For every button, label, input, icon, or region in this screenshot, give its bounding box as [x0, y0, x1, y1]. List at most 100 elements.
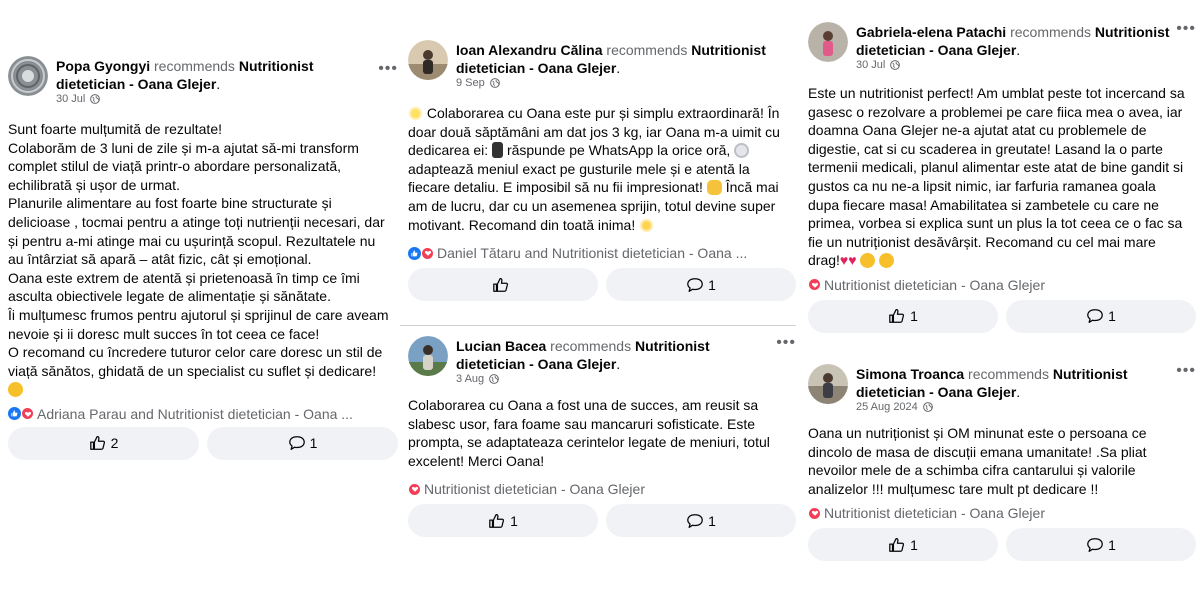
- divider: [400, 325, 796, 326]
- like-count: 1: [510, 512, 518, 529]
- like-count: 1: [910, 308, 918, 325]
- like-icon: [888, 307, 906, 325]
- review-header: Popa Gyongyi recommends Nutritionist die…: [8, 56, 398, 105]
- review-text: Colaborarea cu Oana a fost una de succes…: [408, 397, 770, 469]
- review-header: Ioan Alexandru Călina recommends Nutriti…: [408, 40, 796, 89]
- review-line: Sunt foarte mulțumită de rezultate!: [8, 121, 222, 137]
- comment-count: 1: [1108, 536, 1116, 553]
- review-header: Lucian Bacea recommends Nutritionist die…: [408, 335, 796, 385]
- reactions-summary[interactable]: Nutritionist dietetician - Oana Glejer: [808, 276, 1196, 294]
- reactions-summary[interactable]: Daniel Tătaru and Nutritionist dietetici…: [408, 244, 796, 262]
- author-name[interactable]: Ioan Alexandru Călina: [456, 42, 603, 58]
- love-reaction-icon: [408, 482, 421, 496]
- more-icon[interactable]: •••: [1176, 363, 1196, 379]
- like-button[interactable]: [408, 268, 598, 302]
- author-line: Popa Gyongyi recommends Nutritionist die…: [56, 58, 314, 92]
- smiling-face-emoji-icon: [860, 253, 876, 269]
- review-text: Colaborarea cu Oana este pur și simplu e…: [408, 104, 796, 234]
- review-card-gabriela-elena-patachi: Gabriela-elena Patachi recommends Nutrit…: [808, 21, 1196, 333]
- reactions-text: Nutritionist dietetician - Oana Glejer: [424, 481, 645, 498]
- comment-button[interactable]: 1: [207, 426, 398, 460]
- author-name[interactable]: Simona Troanca: [856, 366, 964, 382]
- review-header: Gabriela-elena Patachi recommends Nutrit…: [808, 21, 1196, 71]
- author-name[interactable]: Lucian Bacea: [456, 338, 546, 354]
- recommends-text: recommends: [606, 42, 688, 58]
- heart-emoji-icon: ♥: [848, 252, 857, 269]
- comment-button[interactable]: 1: [606, 504, 796, 538]
- review-line: Planurile alimentare au fost foarte bine…: [8, 195, 385, 268]
- reactions-summary[interactable]: Nutritionist dietetician - Oana Glejer: [408, 480, 796, 498]
- globe-icon: [90, 94, 100, 104]
- reactions-text: Daniel Tătaru and Nutritionist dietetici…: [437, 245, 748, 262]
- flexed-biceps-emoji-icon: [706, 180, 722, 196]
- action-buttons: 1 1: [808, 299, 1196, 333]
- like-count: 1: [910, 536, 918, 553]
- author-name[interactable]: Popa Gyongyi: [56, 58, 150, 74]
- comment-icon: [288, 434, 306, 452]
- post-date[interactable]: 3 Aug: [456, 373, 484, 385]
- comment-button[interactable]: 1: [1006, 299, 1196, 333]
- sparkle-star-emoji-icon: [408, 106, 423, 121]
- avatar[interactable]: [8, 56, 48, 96]
- like-reaction-icon: [408, 246, 421, 260]
- like-button[interactable]: 1: [808, 528, 998, 562]
- phone-emoji-icon: [492, 142, 504, 159]
- reactions-summary[interactable]: Nutritionist dietetician - Oana Glejer: [808, 504, 1196, 522]
- author-line: Simona Troanca recommends Nutritionist d…: [856, 366, 1128, 400]
- review-line: Oana este extrem de atentă și prietenoas…: [8, 269, 360, 305]
- comment-button[interactable]: 1: [606, 268, 796, 302]
- comment-icon: [686, 276, 704, 294]
- reactions-summary[interactable]: Adriana Parau and Nutritionist dietetici…: [8, 405, 398, 423]
- comment-count: 1: [708, 512, 716, 529]
- avatar[interactable]: [808, 364, 848, 404]
- post-date[interactable]: 30 Jul: [56, 93, 85, 105]
- avatar[interactable]: [408, 336, 448, 376]
- heart-emoji-icon: ♥: [839, 252, 849, 269]
- comment-button[interactable]: 1: [1006, 528, 1196, 562]
- action-buttons: 2 1: [8, 426, 398, 460]
- recommends-text: recommends: [154, 58, 235, 74]
- globe-icon: [923, 402, 933, 412]
- post-meta: 25 Aug 2024: [856, 401, 933, 413]
- comment-count: 1: [1108, 308, 1116, 325]
- reactions-text: Adriana Parau and Nutritionist dietetici…: [37, 405, 353, 422]
- love-reaction-icon: [21, 407, 34, 421]
- author-line: Ioan Alexandru Călina recommends Nutriti…: [456, 42, 766, 76]
- avatar[interactable]: [808, 22, 848, 62]
- like-button[interactable]: 2: [8, 426, 199, 460]
- review-line: Îi mulțumesc frumos pentru ajutorul și s…: [8, 306, 389, 342]
- like-icon: [888, 536, 906, 554]
- recommends-text: recommends: [1010, 24, 1091, 40]
- review-line-text: O recomand cu încredere tuturor celor ca…: [8, 344, 383, 379]
- post-meta: 30 Jul: [56, 93, 100, 105]
- like-icon: [488, 512, 506, 530]
- review-text: Este un nutritionist perfect! Am umblat …: [808, 84, 1196, 270]
- comment-count: 1: [708, 276, 716, 293]
- love-reaction-icon: [421, 246, 434, 260]
- more-icon[interactable]: •••: [1176, 21, 1196, 37]
- recommends-text: recommends: [550, 338, 632, 354]
- like-reaction-icon: [8, 407, 21, 421]
- author-line: Lucian Bacea recommends Nutritionist die…: [456, 338, 710, 372]
- more-icon[interactable]: •••: [378, 61, 398, 77]
- comment-count: 1: [309, 435, 318, 452]
- review-header: Simona Troanca recommends Nutritionist d…: [808, 363, 1196, 413]
- post-date[interactable]: 25 Aug 2024: [856, 401, 918, 413]
- post-date[interactable]: 9 Sep: [456, 77, 485, 89]
- post-date[interactable]: 30 Jul: [856, 59, 885, 71]
- review-text-part: răspunde pe WhatsApp la orice oră,: [503, 142, 735, 159]
- sparkles-emoji-icon: [639, 217, 655, 233]
- like-button[interactable]: 1: [808, 299, 998, 333]
- like-button[interactable]: 1: [408, 504, 598, 538]
- post-meta: 9 Sep: [456, 77, 500, 89]
- recommends-text: recommends: [968, 366, 1049, 382]
- review-text-body: Este un nutritionist perfect! Am umblat …: [808, 85, 1185, 269]
- more-icon[interactable]: •••: [776, 335, 796, 351]
- author-name[interactable]: Gabriela-elena Patachi: [856, 24, 1006, 40]
- post-meta: 30 Jul: [856, 59, 900, 71]
- reactions-text: Nutritionist dietetician - Oana Glejer: [824, 505, 1045, 522]
- hugging-face-emoji-icon: [8, 382, 23, 398]
- review-line: O recomand cu încredere tuturor celor ca…: [8, 343, 390, 399]
- avatar[interactable]: [408, 40, 448, 80]
- review-text: Sunt foarte mulțumită de rezultate! Cola…: [8, 120, 398, 399]
